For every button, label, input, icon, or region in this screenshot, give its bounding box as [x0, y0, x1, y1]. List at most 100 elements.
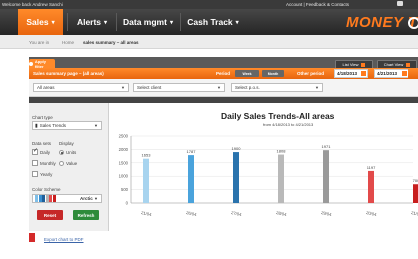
color-swatch — [35, 195, 38, 202]
x-tick-label: 27/04 — [231, 210, 243, 217]
breadcrumb-prefix: You are in — [29, 40, 50, 45]
x-tick-label: 28/04 — [276, 210, 288, 217]
daily-label: Daily — [40, 149, 51, 155]
top-bar: Welcome back Andrew Sanchi Account | Fee… — [0, 0, 418, 9]
chart-options-panel: Chart type ▮ Sales Trends ▼ Data sets Di… — [29, 103, 109, 231]
checkbox-daily[interactable] — [32, 147, 38, 155]
bar — [143, 158, 149, 203]
client-select-value: Select client — [137, 85, 162, 90]
display-value[interactable]: Value — [59, 161, 77, 166]
value-label: Value — [66, 161, 78, 166]
chart-view-label: Chart View — [383, 62, 404, 67]
area-select-value: All areas — [37, 85, 55, 90]
bar — [368, 170, 374, 203]
display-units[interactable]: Units — [59, 150, 76, 155]
bar-chart-icon: ▮ — [35, 122, 38, 129]
checkbox-yearly[interactable] — [32, 171, 38, 177]
color-swatches — [35, 195, 57, 202]
nav-cash-track[interactable]: Cash Track ▾ — [181, 9, 245, 35]
nav-sales-label: Sales — [26, 17, 49, 27]
data-set-daily[interactable]: Daily — [32, 147, 51, 155]
mail-icon[interactable] — [397, 1, 403, 6]
calendar-icon[interactable] — [401, 70, 408, 77]
summary-bar: Sales summary page – (all areas) Period … — [29, 68, 418, 79]
breadcrumb: You are in Home sales summary – all area… — [0, 35, 418, 49]
radio-units[interactable] — [59, 150, 64, 155]
breadcrumb-current: sales summary – all areas — [83, 40, 139, 45]
period-week-button[interactable]: Week — [235, 70, 259, 77]
bar — [188, 155, 194, 203]
export-pdf-link[interactable]: Export chart to PDF — [44, 237, 84, 242]
nav-alerts-label: Alerts — [76, 17, 102, 27]
yearly-label: Yearly — [40, 171, 53, 177]
chevron-down-icon: ▾ — [235, 19, 239, 26]
dropdown-arrow-icon: ▼ — [217, 85, 221, 90]
chevron-down-icon: ▾ — [104, 19, 108, 26]
monthly-label: Monthly — [40, 160, 56, 166]
color-scheme-value: Arctic — [80, 196, 93, 201]
data-label: 1653 — [142, 153, 152, 158]
other-period-label: Other period — [297, 71, 325, 76]
refresh-button[interactable]: Refresh — [73, 210, 99, 220]
export-row: Export chart to PDF — [29, 232, 418, 246]
bar — [233, 152, 239, 203]
data-set-yearly[interactable]: Yearly — [32, 171, 52, 177]
welcome-text: Welcome back Andrew Sanchi — [2, 2, 63, 7]
y-tick-label: 1000 — [119, 174, 129, 179]
units-label: Units — [66, 150, 77, 155]
data-label: 1787 — [187, 149, 197, 154]
checkbox-monthly[interactable] — [32, 160, 38, 166]
nav-data-mgmt-label: Data mgmt — [123, 17, 167, 27]
calendar-icon[interactable] — [360, 70, 367, 77]
data-set-monthly[interactable]: Monthly — [32, 160, 56, 166]
color-swatch — [38, 195, 42, 202]
list-view-icon — [361, 62, 366, 67]
summary-title: Sales summary page – (all areas) — [33, 71, 104, 76]
color-swatch — [42, 195, 46, 202]
bar — [278, 154, 284, 203]
nav-sales[interactable]: Sales ▾ — [18, 9, 63, 35]
area-select[interactable]: All areas ▼ — [33, 83, 129, 92]
x-tick-label: 26/04 — [186, 210, 198, 217]
pos-select-value: Select p.o.s. — [235, 85, 260, 90]
main-nav: Sales ▾ Alerts ▾ Data mgmt ▾ Cash Track ▾ MO… — [0, 9, 418, 35]
nav-alerts[interactable]: Alerts ▾ — [68, 9, 116, 35]
sales-chart: Daily Sales Trends-All areas from 4/18/2… — [111, 103, 418, 231]
x-tick-label: 21/04 — [141, 210, 153, 217]
color-swatch — [49, 195, 53, 202]
color-scheme-label: Color Scheme — [32, 187, 61, 192]
reset-button[interactable]: Reset — [37, 210, 63, 220]
color-swatch — [45, 195, 49, 202]
chart-type-select[interactable]: ▮ Sales Trends ▼ — [32, 121, 102, 130]
data-label: 1900 — [232, 146, 242, 151]
pdf-icon — [29, 233, 35, 242]
client-select[interactable]: Select client ▼ — [133, 83, 225, 92]
list-view-label: List View — [342, 62, 359, 67]
pos-select[interactable]: Select p.o.s. ▼ — [231, 83, 323, 92]
color-scheme-select[interactable]: Arctic ▼ — [32, 194, 102, 203]
nav-cash-track-label: Cash Track — [187, 17, 233, 27]
y-tick-label: 2000 — [119, 147, 129, 152]
dropdown-arrow-icon: ▼ — [315, 85, 319, 90]
period-label: Period — [216, 71, 231, 76]
chevron-down-icon: ▾ — [169, 19, 173, 26]
x-tick-label: 20/04 — [366, 210, 378, 217]
brand-ring-icon — [408, 17, 418, 29]
account-links[interactable]: Account | Feedback & Contacts — [286, 2, 349, 7]
dropdown-arrow-icon: ▼ — [121, 85, 125, 90]
brand-logo: MONEY T — [346, 14, 418, 31]
selector-row: All areas ▼ Select client ▼ Select p.o.s. ▼ — [29, 79, 418, 97]
radio-value[interactable] — [59, 161, 64, 166]
data-sets-label: Data sets — [32, 141, 52, 146]
data-label: 1197 — [367, 165, 376, 170]
period-month-button[interactable]: Month — [262, 70, 284, 77]
breadcrumb-home[interactable]: Home — [62, 40, 74, 45]
filter-icon — [29, 62, 33, 66]
data-label: 1808 — [277, 149, 287, 154]
nav-data-mgmt[interactable]: Data mgmt ▾ — [117, 9, 179, 35]
chevron-down-icon: ▾ — [51, 19, 55, 26]
display-label: Display — [59, 141, 74, 146]
y-tick-label: 0 — [126, 201, 129, 206]
y-tick-label: 1500 — [119, 160, 129, 165]
chart-canvas: 0 500 1000 1500 2000 2500 1653 21/04 1787 26/04 19… — [119, 134, 418, 217]
